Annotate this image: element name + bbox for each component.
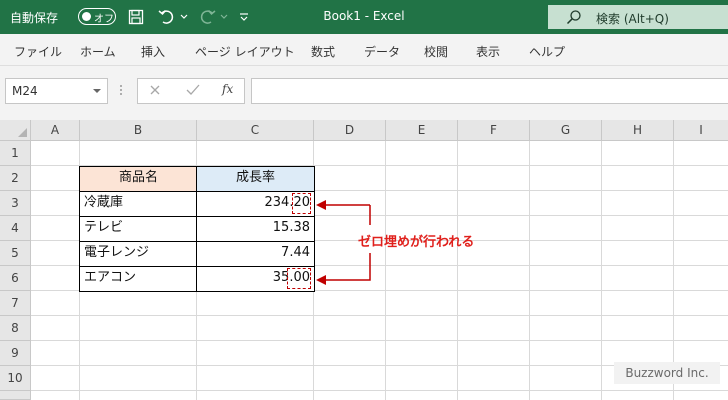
autosave-toggle[interactable]: オフ — [78, 8, 116, 25]
autosave-state: オフ — [94, 14, 114, 25]
table-rule — [196, 166, 197, 292]
row-header-6[interactable]: 6 — [0, 266, 31, 291]
table-rule — [79, 216, 315, 217]
zero-padding-highlight — [287, 268, 311, 289]
table-rule — [79, 266, 315, 267]
tab-home[interactable]: ホーム — [80, 43, 116, 60]
row-header-2[interactable]: 2 — [0, 166, 31, 191]
toggle-knob — [82, 11, 91, 21]
annotation-label: ゼロ埋めが行われる — [358, 235, 475, 250]
enter-icon[interactable] — [186, 84, 200, 99]
tab-file[interactable]: ファイル — [14, 43, 62, 60]
table-rule — [79, 191, 315, 192]
redo-dropdown-icon[interactable] — [219, 7, 229, 27]
ribbon-tabs: ファイル ホーム 挿入 ページ レイアウト 数式 データ 校閲 表示 ヘルプ — [0, 34, 728, 66]
tab-view[interactable]: 表示 — [476, 43, 500, 60]
column-header-i[interactable]: I — [674, 120, 728, 141]
column-header-f[interactable]: F — [458, 120, 530, 141]
zero-padding-highlight — [292, 193, 311, 214]
search-placeholder: 検索 (Alt+Q) — [596, 12, 669, 26]
table-rule — [79, 241, 315, 242]
column-header-g[interactable]: G — [530, 120, 602, 141]
row-header-8[interactable]: 8 — [0, 316, 31, 341]
gridline — [385, 141, 386, 400]
column-header-b[interactable]: B — [80, 120, 197, 141]
column-header-h[interactable]: H — [602, 120, 674, 141]
customize-toolbar-icon[interactable] — [237, 7, 251, 27]
cancel-icon[interactable] — [149, 84, 161, 99]
formula-input[interactable] — [251, 78, 728, 104]
tab-help[interactable]: ヘルプ — [529, 43, 565, 60]
chevron-down-icon[interactable] — [93, 89, 101, 93]
gridline — [457, 141, 458, 400]
tab-insert[interactable]: 挿入 — [141, 43, 165, 60]
gridline — [529, 141, 530, 400]
watermark: Buzzword Inc. — [614, 362, 720, 384]
row-header-1[interactable]: 1 — [0, 141, 31, 166]
undo-icon[interactable] — [156, 7, 178, 27]
row-header-11[interactable] — [0, 391, 31, 400]
row-header-7[interactable]: 7 — [0, 291, 31, 316]
gridline — [601, 141, 602, 400]
column-header-d[interactable]: D — [314, 120, 386, 141]
title-bar: 自動保存 オフ Book1 - Excel 検索 (Alt+Q) — [0, 0, 728, 34]
select-all-button[interactable] — [0, 120, 31, 141]
row-header-4[interactable]: 4 — [0, 216, 31, 241]
tab-formulas[interactable]: 数式 — [311, 43, 335, 60]
undo-dropdown-icon[interactable] — [179, 7, 189, 27]
name-box-value: M24 — [12, 84, 38, 98]
tab-page-layout[interactable]: ページ レイアウト — [195, 43, 295, 60]
column-header-e[interactable]: E — [386, 120, 458, 141]
select-all-triangle-icon — [18, 128, 27, 137]
save-icon[interactable] — [126, 7, 146, 27]
search-box[interactable]: 検索 (Alt+Q) — [548, 5, 728, 29]
column-header-a[interactable]: A — [31, 120, 80, 141]
search-icon — [566, 9, 582, 28]
name-box[interactable]: M24 — [5, 78, 108, 104]
more-options-icon[interactable] — [119, 80, 123, 100]
table-border — [79, 166, 315, 292]
formula-bar: M24 fx — [0, 66, 728, 120]
row-header-5[interactable]: 5 — [0, 241, 31, 266]
row-header-9[interactable]: 9 — [0, 341, 31, 366]
row-header-10[interactable]: 10 — [0, 366, 31, 391]
row-header-3[interactable]: 3 — [0, 191, 31, 216]
autosave-label: 自動保存 — [10, 11, 59, 25]
insert-function-icon[interactable]: fx — [222, 82, 233, 96]
redo-icon[interactable] — [196, 7, 218, 27]
column-header-c[interactable]: C — [197, 120, 314, 141]
tab-review[interactable]: 校閲 — [424, 43, 448, 60]
tab-data[interactable]: データ — [364, 43, 400, 60]
